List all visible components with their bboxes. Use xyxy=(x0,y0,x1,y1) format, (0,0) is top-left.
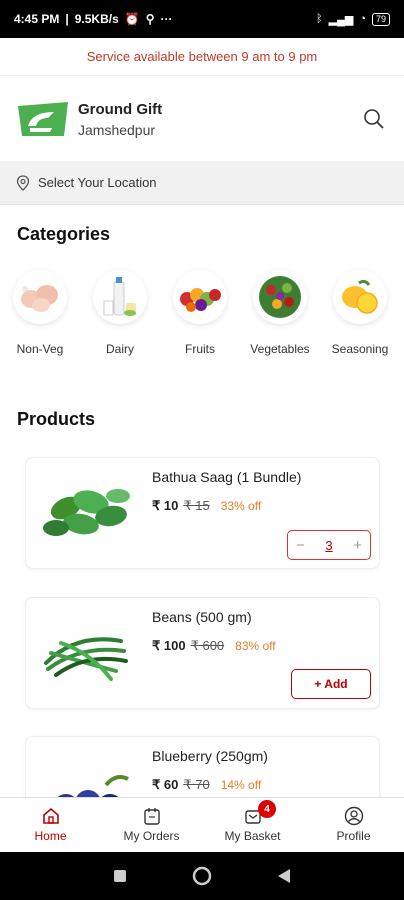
location-label: Select Your Location xyxy=(38,175,157,190)
nav-label: Profile xyxy=(336,829,371,843)
category-label: Dairy xyxy=(105,342,134,356)
location-selector[interactable]: Select Your Location xyxy=(0,161,404,205)
product-price: ₹ 60 xyxy=(152,777,179,792)
vegetables-icon xyxy=(253,270,307,324)
profile-icon xyxy=(344,806,363,826)
app-header: Ground Gift Jamshedpur xyxy=(0,86,404,152)
milk-icon xyxy=(93,270,147,324)
categories-title: Categories xyxy=(17,224,111,244)
beans-image xyxy=(36,610,136,696)
category-fruits[interactable]: Fruits xyxy=(160,270,240,370)
product-name: Beans (500 gm) xyxy=(152,609,252,625)
product-name: Bathua Saag (1 Bundle) xyxy=(152,469,302,485)
add-to-basket-button[interactable]: + Add xyxy=(291,669,371,699)
category-vegetables[interactable]: Vegetables xyxy=(240,270,320,370)
orders-icon xyxy=(143,808,160,825)
decrement-button[interactable]: − xyxy=(296,537,305,554)
back-icon[interactable] xyxy=(277,868,291,884)
chicken-icon xyxy=(13,270,67,324)
recents-icon[interactable] xyxy=(113,869,127,883)
home-circle-icon[interactable] xyxy=(192,866,212,886)
product-discount: 14% off xyxy=(220,778,262,792)
product-name: Blueberry (250gm) xyxy=(152,748,268,764)
service-banner: Service available between 9 am to 9 pm xyxy=(0,38,404,76)
status-time: 4:45 PM xyxy=(14,12,60,26)
product-price: ₹ 10 xyxy=(152,498,179,513)
fruits-icon xyxy=(173,270,227,324)
lemon-icon xyxy=(333,270,387,324)
status-speed: 9.5KB/s xyxy=(74,12,119,26)
product-mrp: ₹ 70 xyxy=(183,777,210,792)
category-label: Seasoning xyxy=(331,342,389,356)
ground-gift-logo xyxy=(18,102,68,136)
categories-list: Non-Veg Dairy Fruits Vegetables Seasonin… xyxy=(0,270,404,370)
increment-button[interactable]: + xyxy=(353,537,362,554)
category-dairy[interactable]: Dairy xyxy=(80,270,160,370)
category-non-veg[interactable]: Non-Veg xyxy=(0,270,80,370)
nav-my-basket[interactable]: 4 My Basket xyxy=(202,798,303,851)
wifi-icon: ◔ xyxy=(359,13,366,25)
product-mrp: ₹ 600 xyxy=(190,638,225,653)
product-discount: 33% off xyxy=(220,499,262,513)
products-title: Products xyxy=(17,409,96,429)
nav-my-orders[interactable]: My Orders xyxy=(101,798,202,851)
category-seasoning[interactable]: Seasoning xyxy=(320,270,400,370)
product-mrp: ₹ 15 xyxy=(183,498,210,513)
bathua-saag-image xyxy=(36,470,136,556)
signal-icon: ▂▄▆ xyxy=(328,13,354,26)
product-card[interactable]: Beans (500 gm) ₹ 100 ₹ 600 83% off + Add xyxy=(25,597,380,709)
product-discount: 83% off xyxy=(235,639,276,653)
bluetooth-icon: ᛒ xyxy=(316,13,323,25)
product-card[interactable]: Bathua Saag (1 Bundle) ₹ 10 ₹ 15 33% off… xyxy=(25,457,380,569)
location-pin-icon xyxy=(16,174,30,191)
product-price: ₹ 100 xyxy=(152,638,186,653)
category-label: Vegetables xyxy=(250,342,310,356)
nav-label: My Orders xyxy=(123,829,180,843)
nav-profile[interactable]: Profile xyxy=(303,798,404,851)
nav-home[interactable]: Home xyxy=(0,798,101,851)
category-label: Fruits xyxy=(185,342,215,356)
usb-icon: ⚲ xyxy=(145,12,155,26)
brand-name: Ground Gift xyxy=(78,100,163,118)
bottom-nav: Home My Orders 4 My Basket Profile xyxy=(0,797,404,851)
nav-label: My Basket xyxy=(224,829,281,843)
category-label: Non-Veg xyxy=(16,342,64,356)
system-nav-bar xyxy=(0,852,404,900)
status-more: ··· xyxy=(160,12,173,26)
city-name[interactable]: Jamshedpur xyxy=(78,122,362,138)
alarm-icon: ⏰ xyxy=(124,12,140,26)
nav-label: Home xyxy=(34,829,67,843)
quantity-stepper: − 3 + xyxy=(287,530,371,560)
quantity-value: 3 xyxy=(325,537,333,553)
status-bar: 4:45 PM | 9.5KB/s ⏰ ⚲ ··· ᛒ ▂▄▆ ◔ 79 xyxy=(0,0,404,38)
home-icon xyxy=(42,807,59,824)
battery-icon: 79 xyxy=(371,12,390,26)
search-icon[interactable] xyxy=(362,107,386,131)
product-card[interactable]: Blueberry (250gm) ₹ 60 ₹ 70 14% off xyxy=(25,736,380,806)
basket-count-badge: 4 xyxy=(258,800,276,818)
